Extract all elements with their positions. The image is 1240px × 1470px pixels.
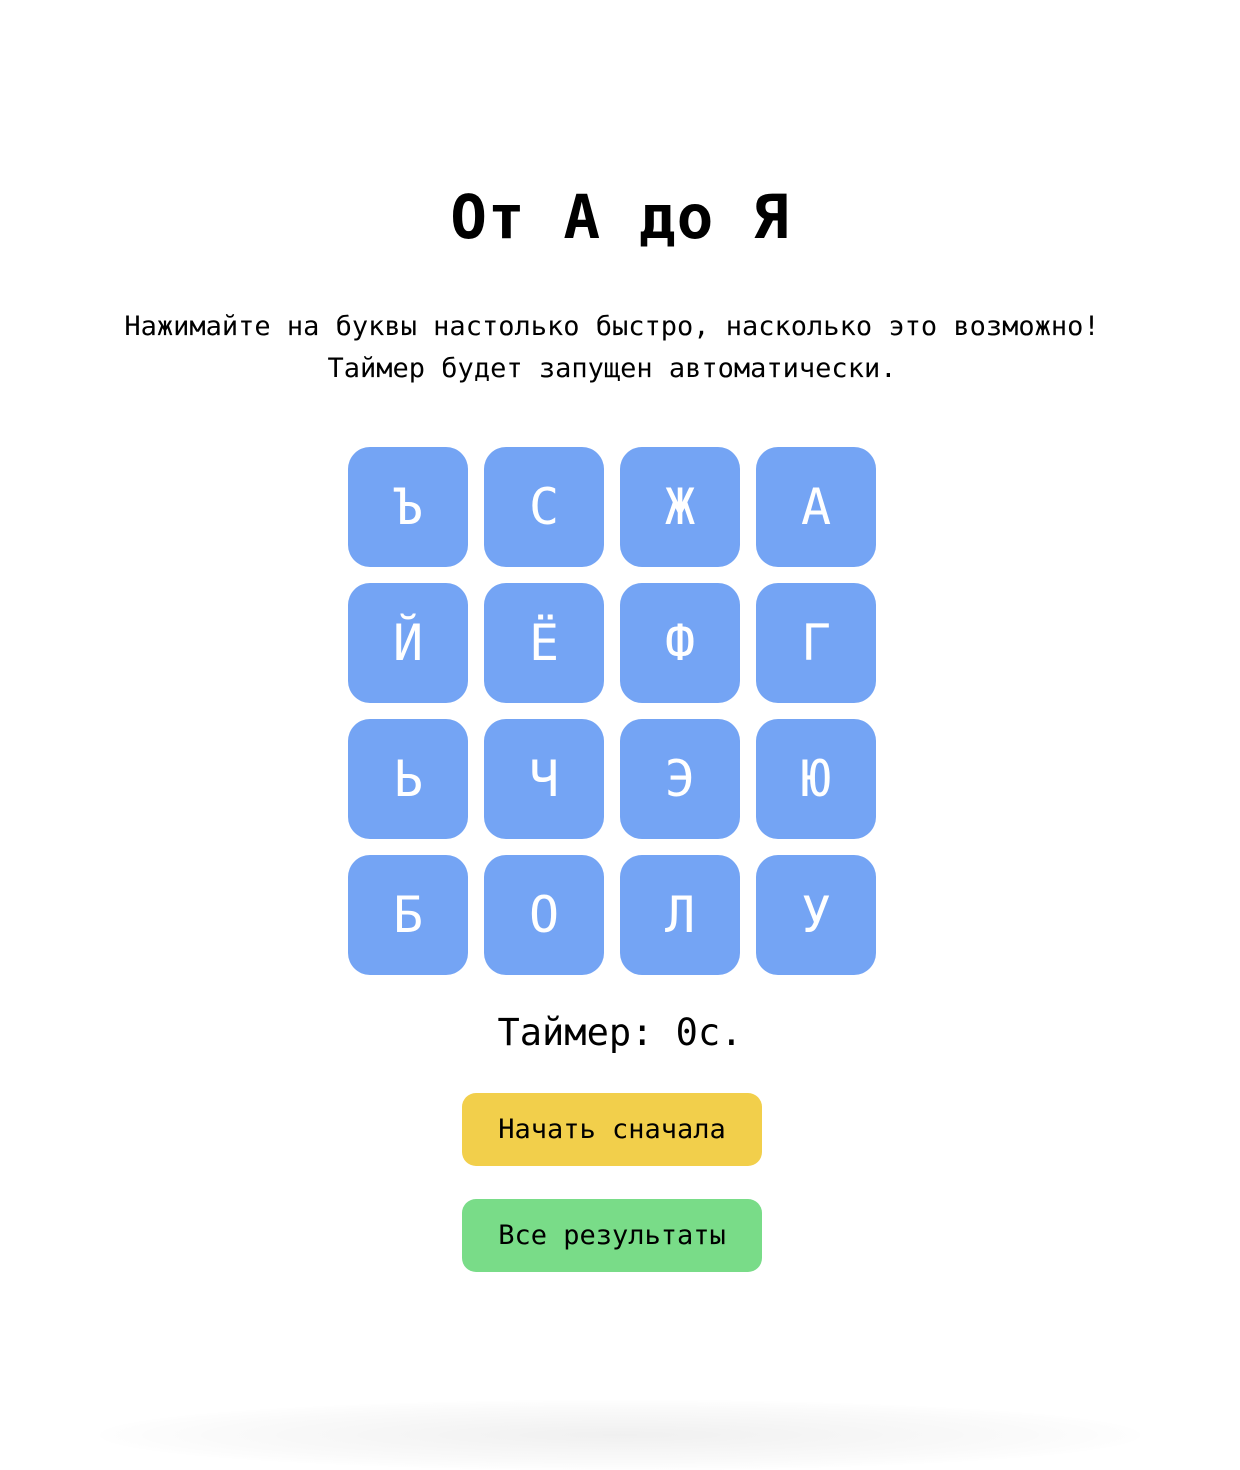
letter-tile[interactable]: Э xyxy=(620,719,740,839)
letter-grid: Ъ С Ж А Й Ё Ф Г Ь Ч Э Ю Б О Л У xyxy=(348,447,876,975)
all-results-button[interactable]: Все результаты xyxy=(462,1199,762,1272)
letter-tile[interactable]: О xyxy=(484,855,604,975)
letter-tile[interactable]: А xyxy=(756,447,876,567)
page-title: От А до Я xyxy=(450,182,790,253)
letter-tile[interactable]: Г xyxy=(756,583,876,703)
letter-tile[interactable]: Б xyxy=(348,855,468,975)
letter-tile[interactable]: Ф xyxy=(620,583,740,703)
letter-tile[interactable]: У xyxy=(756,855,876,975)
letter-tile[interactable]: Ю xyxy=(756,719,876,839)
letter-tile[interactable]: Й xyxy=(348,583,468,703)
game-page: От А до Я Нажимайте на буквы настолько б… xyxy=(0,0,1240,1470)
letter-tile[interactable]: Ъ xyxy=(348,447,468,567)
instructions: Нажимайте на буквы настолько быстро, нас… xyxy=(60,306,1164,390)
bottom-shadow xyxy=(100,1400,1140,1470)
letter-tile[interactable]: Ё xyxy=(484,583,604,703)
timer-display: Таймер: 0с. xyxy=(497,1011,743,1054)
letter-tile[interactable]: Ь xyxy=(348,719,468,839)
letter-tile[interactable]: Ж xyxy=(620,447,740,567)
restart-button[interactable]: Начать сначала xyxy=(462,1093,762,1166)
letter-tile[interactable]: Ч xyxy=(484,719,604,839)
instructions-line-2: Таймер будет запущен автоматически. xyxy=(327,353,897,384)
letter-tile[interactable]: С xyxy=(484,447,604,567)
letter-tile[interactable]: Л xyxy=(620,855,740,975)
instructions-line-1: Нажимайте на буквы настолько быстро, нас… xyxy=(124,311,1100,342)
